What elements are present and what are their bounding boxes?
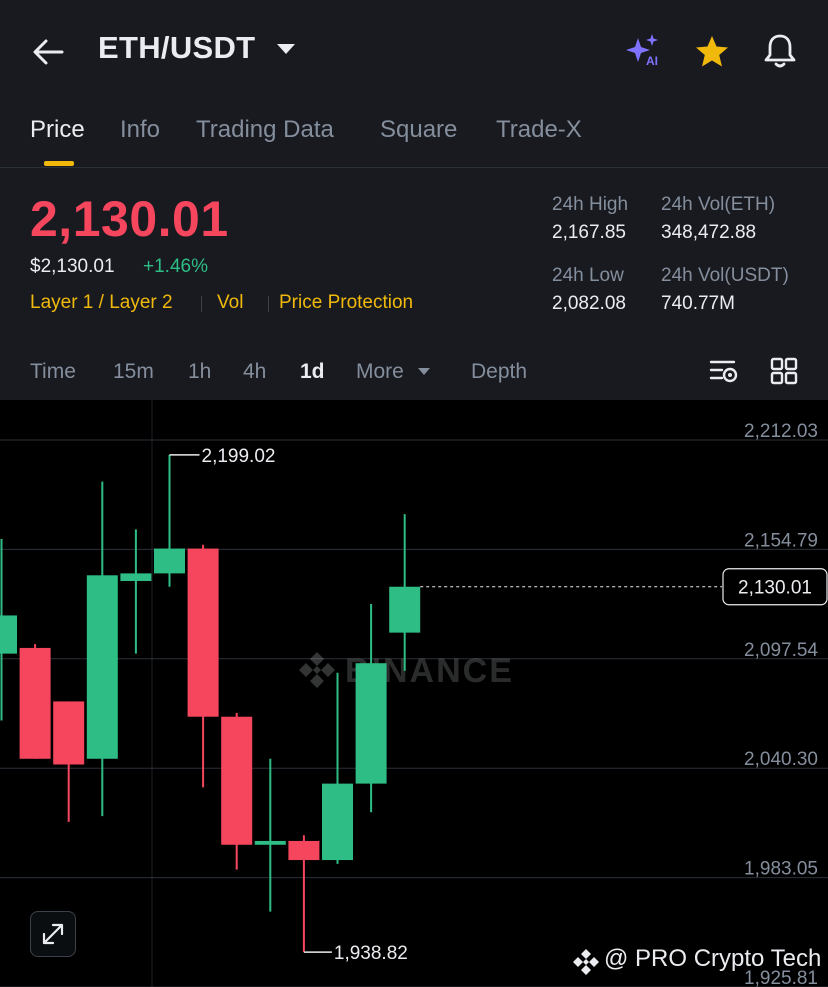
interval-depth[interactable]: Depth xyxy=(471,360,527,384)
candle-body xyxy=(120,573,152,582)
candle-body xyxy=(154,548,185,574)
candle xyxy=(154,454,185,587)
ai-sparkle-icon[interactable]: AI xyxy=(624,32,664,72)
active-tab-indicator xyxy=(44,161,74,166)
interval-time[interactable]: Time xyxy=(30,360,76,384)
layout-grid-icon[interactable] xyxy=(770,357,798,385)
tag-vol[interactable]: Vol xyxy=(217,292,243,314)
y-axis-tick-label: 2,040.30 xyxy=(744,749,818,770)
interval-4h[interactable]: 4h xyxy=(243,360,266,384)
back-arrow-icon[interactable] xyxy=(30,34,66,70)
bell-icon[interactable] xyxy=(762,32,798,70)
candle xyxy=(0,538,17,721)
candle xyxy=(389,514,421,671)
binance-logo-icon xyxy=(573,949,599,975)
candle-body xyxy=(86,575,118,759)
y-axis-tick-label: 2,212.03 xyxy=(744,421,818,442)
y-axis-tick-label: 2,097.54 xyxy=(744,640,818,661)
chart-canvas[interactable]: 2,212.03 2,154.79 2,097.54 2,040.30 1,983.05… xyxy=(0,400,828,987)
high-marker-label: 2,199.02 xyxy=(202,446,276,467)
tag-layer[interactable]: Layer 1 / Layer 2 xyxy=(30,292,173,314)
last-price: 2,130.01 xyxy=(30,191,229,247)
candle-body xyxy=(187,548,219,717)
candle xyxy=(355,603,387,813)
interval-15m[interactable]: 15m xyxy=(113,360,154,384)
binance-watermark: BINANCE xyxy=(299,652,512,690)
ai-badge-text: AI xyxy=(646,54,658,68)
change-percent: +1.46% xyxy=(143,256,208,277)
interval-more[interactable]: More xyxy=(356,360,404,384)
divider xyxy=(0,167,828,168)
interval-1h[interactable]: 1h xyxy=(188,360,211,384)
candle xyxy=(288,835,320,953)
y-axis-tick-label: 2,154.79 xyxy=(744,530,818,551)
candle xyxy=(120,529,152,654)
candle-body xyxy=(389,586,421,633)
candle-body xyxy=(355,663,387,784)
stat-24h-vol-usdt-label: 24h Vol(USDT) xyxy=(661,265,789,286)
tag-separator xyxy=(268,296,269,312)
last-price-badge-label: 2,130.01 xyxy=(738,578,812,599)
candle-body xyxy=(288,840,320,861)
caret-down-icon[interactable] xyxy=(276,42,296,56)
candle xyxy=(86,481,118,817)
stat-24h-low-label: 24h Low xyxy=(552,265,624,286)
y-axis-tick-label: 1,983.05 xyxy=(744,859,818,880)
chart-settings-icon[interactable] xyxy=(708,356,740,386)
expand-chart-button[interactable] xyxy=(30,911,76,957)
interval-1d[interactable]: 1d xyxy=(300,360,325,384)
tab-price[interactable]: Price xyxy=(30,116,85,144)
candle xyxy=(187,544,219,788)
tag-price-protection[interactable]: Price Protection xyxy=(279,292,413,314)
fiat-price: $2,130.01 xyxy=(30,256,115,277)
candlestick-chart[interactable]: 2,212.03 2,154.79 2,097.54 2,040.30 1,983.05… xyxy=(0,400,828,987)
more-caret-icon[interactable] xyxy=(417,367,431,377)
low-marker-label: 1,938.82 xyxy=(334,943,408,964)
candle-body xyxy=(221,716,253,845)
star-icon[interactable] xyxy=(694,34,730,70)
candle xyxy=(19,644,51,759)
tab-trading-data[interactable]: Trading Data xyxy=(196,116,334,144)
stat-24h-high-value: 2,167.85 xyxy=(552,222,626,243)
candle xyxy=(254,758,286,912)
stat-24h-vol-eth-label: 24h Vol(ETH) xyxy=(661,194,776,215)
candle-body xyxy=(322,783,353,861)
stat-24h-low-value: 2,082.08 xyxy=(552,293,626,314)
tag-separator xyxy=(201,296,202,312)
pair-title[interactable]: ETH/USDT xyxy=(98,30,255,66)
credit-watermark: @ PRO Crypto Tech xyxy=(604,945,822,972)
candle xyxy=(221,712,253,870)
expand-icon xyxy=(42,923,64,945)
candle-body xyxy=(53,701,85,765)
candle-body xyxy=(19,647,51,759)
tab-trade-x[interactable]: Trade-X xyxy=(496,116,582,144)
stat-24h-high-label: 24h High xyxy=(552,194,629,215)
candle xyxy=(53,701,85,822)
stat-24h-vol-eth-value: 348,472.88 xyxy=(661,222,757,243)
tab-info[interactable]: Info xyxy=(120,116,160,144)
tab-square[interactable]: Square xyxy=(380,116,457,144)
candle-body xyxy=(0,615,17,654)
candle-body xyxy=(254,840,286,845)
stat-24h-vol-usdt-value: 740.77M xyxy=(661,293,735,314)
